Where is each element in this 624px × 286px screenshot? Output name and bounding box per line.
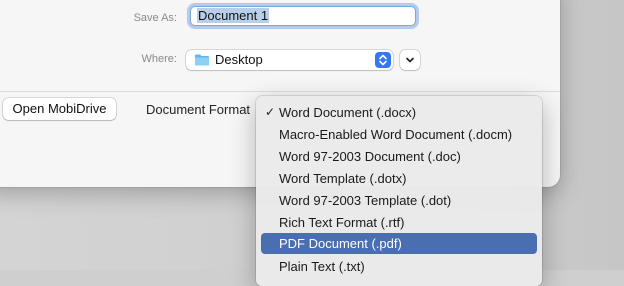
where-popup-button[interactable]: Desktop	[186, 50, 393, 70]
menu-item-label: Plain Text (.txt)	[279, 259, 365, 274]
save-as-label: Save As:	[133, 12, 177, 24]
menu-item-label: Word 97-2003 Document (.doc)	[279, 149, 461, 164]
folder-icon	[195, 54, 209, 66]
chevron-up-down-icon[interactable]	[375, 52, 391, 68]
open-mobidrive-button[interactable]: Open MobiDrive	[3, 98, 116, 120]
menu-item-txt[interactable]: Plain Text (.txt)	[261, 256, 537, 277]
where-label: Where:	[141, 53, 177, 65]
where-value: Desktop	[215, 52, 263, 67]
menu-item-label: Word Template (.dotx)	[279, 171, 407, 186]
checkmark-icon: ✓	[265, 105, 276, 119]
format-dropdown-menu: ✓ Word Document (.docx) Macro-Enabled Wo…	[256, 96, 542, 286]
menu-item-label: Word Document (.docx)	[279, 105, 417, 120]
menu-item-label: Macro-Enabled Word Document (.docm)	[279, 127, 513, 142]
menu-item-dot[interactable]: Word 97-2003 Template (.dot)	[261, 190, 537, 211]
menu-item-rtf[interactable]: Rich Text Format (.rtf)	[261, 212, 537, 233]
document-format-label: Document Format	[146, 102, 251, 117]
file-name-text: Document 1	[197, 8, 270, 23]
divider	[0, 91, 560, 92]
menu-item-label: Word 97-2003 Template (.dot)	[279, 193, 452, 208]
menu-item-docx[interactable]: ✓ Word Document (.docx)	[261, 102, 537, 123]
expand-dialog-button[interactable]	[400, 50, 420, 70]
menu-item-label: Rich Text Format (.rtf)	[279, 215, 405, 230]
menu-item-pdf[interactable]: PDF Document (.pdf)	[261, 233, 537, 254]
file-name-input[interactable]: Document 1	[190, 6, 416, 26]
menu-item-doc[interactable]: Word 97-2003 Document (.doc)	[261, 146, 537, 167]
menu-item-dotx[interactable]: Word Template (.dotx)	[261, 168, 537, 189]
chevron-down-icon	[406, 57, 414, 63]
menu-item-docm[interactable]: Macro-Enabled Word Document (.docm)	[261, 124, 537, 145]
menu-item-label: PDF Document (.pdf)	[279, 236, 402, 251]
